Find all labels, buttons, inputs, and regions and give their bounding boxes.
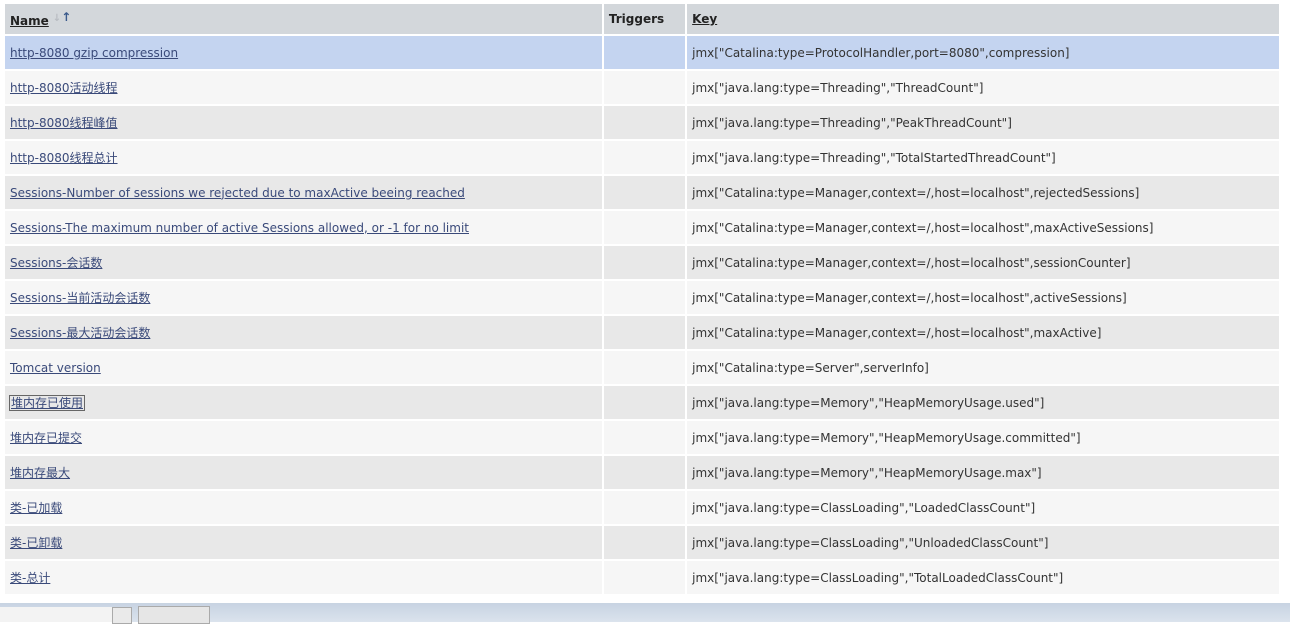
cell-triggers	[603, 36, 686, 69]
cell-name: 类-已卸载	[5, 526, 602, 559]
cell-triggers	[603, 71, 686, 104]
item-name-link[interactable]: http-8080活动线程	[10, 81, 118, 95]
cell-name: 堆内存已提交	[5, 421, 602, 454]
cell-key: jmx["java.lang:type=Threading","ThreadCo…	[687, 71, 1279, 104]
cell-key: jmx["java.lang:type=Memory","HeapMemoryU…	[687, 421, 1279, 454]
table-row[interactable]: 类-已加载 jmx["java.lang:type=ClassLoading","…	[5, 491, 1279, 524]
cell-key: jmx["java.lang:type=ClassLoading","Unloa…	[687, 526, 1279, 559]
table-row[interactable]: Sessions-当前活动会话数 jmx["Catalina:type=Manag…	[5, 281, 1279, 314]
cell-key: jmx["Catalina:type=Server",serverInfo]	[687, 351, 1279, 384]
cell-triggers	[603, 176, 686, 209]
column-header-triggers: Triggers	[603, 4, 686, 34]
item-name-link[interactable]: Tomcat version	[10, 361, 101, 375]
cell-name: 类-总计	[5, 561, 602, 594]
table-row[interactable]: Sessions-会话数 jmx["Catalina:type=Manager,c…	[5, 246, 1279, 279]
cell-key: jmx["java.lang:type=Threading","PeakThre…	[687, 106, 1279, 139]
table-row[interactable]: 堆内存已使用 jmx["java.lang:type=Memory","HeapM…	[5, 386, 1279, 419]
item-name-link[interactable]: Sessions-Number of sessions we rejected …	[10, 186, 465, 200]
cell-key: jmx["java.lang:type=ClassLoading","Total…	[687, 561, 1279, 594]
cell-triggers	[603, 281, 686, 314]
table-body: http-8080 gzip compression jmx["Catalina:…	[5, 36, 1279, 594]
cell-name: 堆内存已使用	[5, 386, 602, 419]
table-row[interactable]: Tomcat version jmx["Catalina:type=Server"…	[5, 351, 1279, 384]
table-row[interactable]: 堆内存已提交 jmx["java.lang:type=Memory","HeapM…	[5, 421, 1279, 454]
action-select[interactable]	[0, 607, 113, 622]
cell-triggers	[603, 351, 686, 384]
items-table: Name ↓↑ Triggers Key http-8080 gzip compr…	[3, 2, 1281, 596]
cell-name: 类-已加载	[5, 491, 602, 524]
cell-key: jmx["Catalina:type=ProtocolHandler,port=…	[687, 36, 1279, 69]
cell-name: http-8080活动线程	[5, 71, 602, 104]
cell-triggers	[603, 211, 686, 244]
cell-name: http-8080线程峰值	[5, 106, 602, 139]
item-name-link[interactable]: 类-已卸载	[10, 536, 62, 550]
cell-key: jmx["Catalina:type=Manager,context=/,hos…	[687, 211, 1279, 244]
cell-key: jmx["Catalina:type=Manager,context=/,hos…	[687, 316, 1279, 349]
item-name-link[interactable]: http-8080 gzip compression	[10, 46, 178, 60]
cell-name: Tomcat version	[5, 351, 602, 384]
cell-triggers	[603, 456, 686, 489]
item-name-link[interactable]: 堆内存已提交	[10, 431, 82, 445]
footer-bar	[0, 603, 1290, 624]
item-name-link[interactable]: 类-已加载	[10, 501, 62, 515]
cell-triggers	[603, 526, 686, 559]
table-header-row: Name ↓↑ Triggers Key	[5, 4, 1279, 34]
item-name-link[interactable]: 堆内存已使用	[8, 395, 86, 411]
go-button[interactable]	[138, 606, 210, 624]
cell-name: http-8080线程总计	[5, 141, 602, 174]
item-name-link[interactable]: Sessions-最大活动会话数	[10, 326, 150, 340]
column-header-name[interactable]: Name ↓↑	[5, 4, 602, 34]
cell-triggers	[603, 386, 686, 419]
cell-key: jmx["Catalina:type=Manager,context=/,hos…	[687, 176, 1279, 209]
cell-key: jmx["java.lang:type=Threading","TotalSta…	[687, 141, 1279, 174]
column-header-key[interactable]: Key	[687, 4, 1279, 34]
cell-triggers	[603, 141, 686, 174]
cell-key: jmx["java.lang:type=Memory","HeapMemoryU…	[687, 386, 1279, 419]
item-name-link[interactable]: Sessions-当前活动会话数	[10, 291, 150, 305]
table-row[interactable]: 类-总计 jmx["java.lang:type=ClassLoading","T…	[5, 561, 1279, 594]
cell-name: http-8080 gzip compression	[5, 36, 602, 69]
cell-triggers	[603, 421, 686, 454]
cell-triggers	[603, 491, 686, 524]
items-table-container: Name ↓↑ Triggers Key http-8080 gzip compr…	[3, 2, 1281, 596]
table-row[interactable]: 堆内存最大 jmx["java.lang:type=Memory","HeapMe…	[5, 456, 1279, 489]
cell-name: Sessions-Number of sessions we rejected …	[5, 176, 602, 209]
item-name-link[interactable]: Sessions-会话数	[10, 256, 102, 270]
item-name-link[interactable]: http-8080线程峰值	[10, 116, 118, 130]
column-header-triggers-label: Triggers	[608, 12, 665, 26]
item-name-link[interactable]: Sessions-The maximum number of active Se…	[10, 221, 469, 235]
cell-name: Sessions-最大活动会话数	[5, 316, 602, 349]
sort-ascending-icon[interactable]: ↓↑	[53, 10, 71, 24]
cell-key: jmx["Catalina:type=Manager,context=/,hos…	[687, 281, 1279, 314]
item-name-link[interactable]: http-8080线程总计	[10, 151, 118, 165]
table-row[interactable]: http-8080活动线程 jmx["java.lang:type=Threadi…	[5, 71, 1279, 104]
item-name-link[interactable]: 堆内存最大	[10, 466, 70, 480]
cell-triggers	[603, 106, 686, 139]
table-row[interactable]: 类-已卸载 jmx["java.lang:type=ClassLoading","…	[5, 526, 1279, 559]
cell-key: jmx["java.lang:type=ClassLoading","Loade…	[687, 491, 1279, 524]
item-name-link[interactable]: 类-总计	[10, 571, 50, 585]
table-row[interactable]: Sessions-The maximum number of active Se…	[5, 211, 1279, 244]
cell-name: 堆内存最大	[5, 456, 602, 489]
action-select-dropdown[interactable]	[112, 607, 132, 624]
column-header-key-label[interactable]: Key	[692, 12, 717, 26]
table-row[interactable]: http-8080线程总计 jmx["java.lang:type=Threadi…	[5, 141, 1279, 174]
table-row[interactable]: Sessions-Number of sessions we rejected …	[5, 176, 1279, 209]
cell-key: jmx["java.lang:type=Memory","HeapMemoryU…	[687, 456, 1279, 489]
cell-triggers	[603, 561, 686, 594]
cell-triggers	[603, 316, 686, 349]
cell-name: Sessions-The maximum number of active Se…	[5, 211, 602, 244]
cell-triggers	[603, 246, 686, 279]
table-row[interactable]: http-8080 gzip compression jmx["Catalina:…	[5, 36, 1279, 69]
cell-name: Sessions-会话数	[5, 246, 602, 279]
cell-key: jmx["Catalina:type=Manager,context=/,hos…	[687, 246, 1279, 279]
cell-name: Sessions-当前活动会话数	[5, 281, 602, 314]
table-row[interactable]: http-8080线程峰值 jmx["java.lang:type=Threadi…	[5, 106, 1279, 139]
table-row[interactable]: Sessions-最大活动会话数 jmx["Catalina:type=Manag…	[5, 316, 1279, 349]
column-header-name-label[interactable]: Name	[10, 14, 49, 28]
